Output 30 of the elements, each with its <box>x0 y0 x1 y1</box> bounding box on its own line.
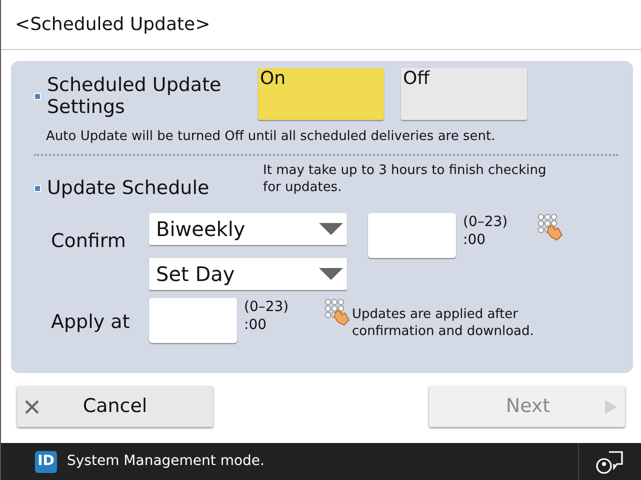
dropdown[interactable]: Biweekly <box>149 212 347 244</box>
hour-input[interactable] <box>149 298 237 342</box>
section-label: Scheduled Update Settings <box>47 74 222 118</box>
schedule-note: It may take up to 3 hours to finish checking for updates. <box>263 162 548 196</box>
status-text: System Management mode. <box>67 452 264 471</box>
screen-title: <Scheduled Update> <box>15 13 210 37</box>
dropdown-caret-icon <box>319 268 343 280</box>
hour-input[interactable] <box>368 212 456 258</box>
keypad-icon <box>324 298 350 326</box>
dropdown[interactable]: Set Day <box>149 258 347 290</box>
id-badge: ID <box>35 450 57 472</box>
apply-note: Updates are applied after confirmation and download. <box>352 306 535 340</box>
hour-suffix: :00 <box>463 230 487 248</box>
bullet-icon <box>34 92 41 100</box>
switch-user-icon[interactable] <box>595 448 625 474</box>
play-arrow-icon <box>605 400 617 414</box>
apply-label: Apply at <box>50 310 131 334</box>
hour-range: (0–23) <box>244 298 290 316</box>
close-icon <box>25 400 39 414</box>
bullet-icon <box>34 184 41 192</box>
section-label: Update Schedule <box>47 176 210 201</box>
cancel-button[interactable]: Cancel <box>17 386 213 427</box>
hour-suffix: :00 <box>244 316 268 334</box>
confirm-label: Confirm <box>50 228 127 254</box>
settings-note: Auto Update will be turned Off until all scheduled deliveries are sent. <box>46 128 496 145</box>
hour-range: (0–23) <box>463 212 509 230</box>
toggle-button[interactable]: On <box>258 68 384 120</box>
keypad-icon <box>537 212 563 240</box>
toggle-button[interactable]: Off <box>401 68 527 120</box>
dropdown-caret-icon <box>319 222 343 234</box>
